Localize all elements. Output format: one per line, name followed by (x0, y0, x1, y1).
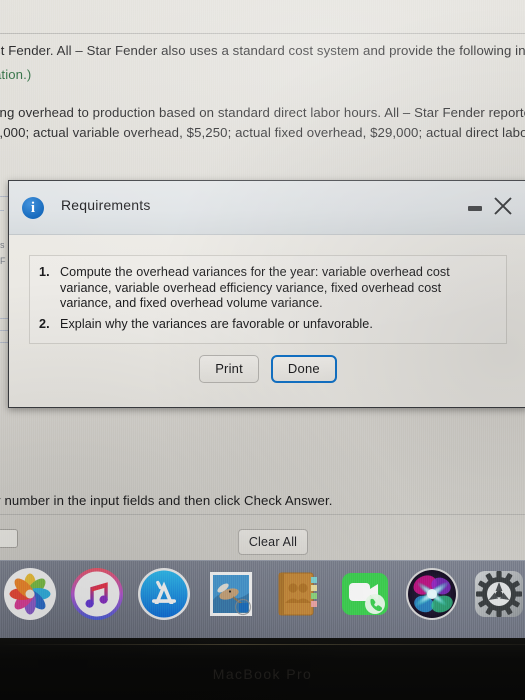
content-divider-lower (0, 514, 525, 515)
background-glyph: F (0, 256, 6, 266)
background-rule (0, 318, 8, 319)
requirement-item: Explain why the variances are favorable … (39, 316, 373, 332)
problem-text-line-1: st Fender. All – Star Fender also uses a… (0, 43, 525, 58)
requirement-item: Compute the overhead variances for the y… (39, 265, 450, 311)
minimize-icon[interactable] (468, 206, 482, 211)
app-store-icon[interactable] (136, 566, 192, 622)
photos-icon[interactable] (2, 566, 58, 622)
background-rule (0, 342, 8, 343)
info-icon: i (22, 197, 44, 219)
system-preferences-icon[interactable] (471, 566, 525, 622)
facetime-icon[interactable] (337, 566, 393, 622)
macos-dock (0, 560, 525, 639)
instruction-text: y number in the input fields and then cl… (0, 493, 333, 508)
requirements-list: Compute the overhead variances for the y… (38, 265, 494, 332)
background-glyph: s (0, 240, 5, 250)
requirements-dialog: i Requirements Compute the overhead vari… (8, 180, 525, 408)
screen-content: s F st Fender. All – Star Fender also us… (0, 0, 525, 560)
requirements-box: Compute the overhead variances for the y… (29, 255, 507, 345)
laptop-bezel: MacBook Pro (0, 638, 525, 700)
problem-text-line-3: ring overhead to production based on sta… (0, 105, 525, 120)
problem-text-line-2: ation.) (0, 67, 32, 82)
answer-input-field[interactable] (0, 529, 18, 548)
done-button[interactable]: Done (270, 355, 337, 383)
dialog-body: Compute the overhead variances for the y… (9, 235, 525, 407)
print-button[interactable]: Print (199, 355, 259, 383)
siri-icon[interactable] (404, 566, 460, 622)
dialog-title: Requirements (61, 197, 151, 213)
bezel-highlight (0, 644, 525, 645)
laptop-screen-photo: s F st Fender. All – Star Fender also us… (0, 0, 525, 700)
itunes-icon[interactable] (69, 566, 125, 622)
problem-text-line-4: 0,000; actual variable overhead, $5,250;… (0, 125, 525, 140)
content-divider (0, 33, 525, 34)
mail-icon[interactable] (203, 566, 259, 622)
contacts-icon[interactable] (270, 566, 326, 622)
background-rule (0, 330, 8, 331)
close-icon[interactable] (491, 194, 515, 218)
dialog-titlebar: i Requirements (9, 181, 525, 235)
background-rule (0, 210, 4, 211)
clear-all-button[interactable]: Clear All (238, 529, 308, 555)
dialog-button-row: Print Done (9, 355, 525, 383)
macbook-pro-wordmark: MacBook Pro (212, 666, 313, 682)
